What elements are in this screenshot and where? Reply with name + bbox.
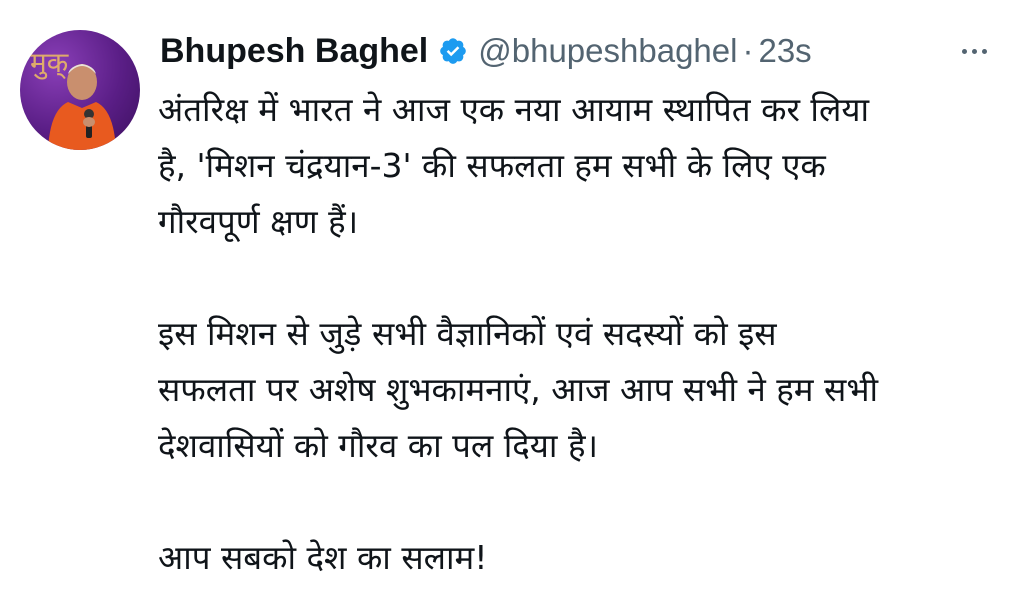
tweet-line: अंतरिक्ष में भारत ने आज एक नया आयाम स्था… (158, 90, 870, 129)
tweet-line: है, 'मिशन चंद्रयान-3' की सफलता हम सभी के… (158, 146, 826, 185)
separator-dot: · (742, 32, 754, 69)
tweet-paragraph-3: आप सबको देश का सलाम! (158, 530, 1003, 586)
author-handle[interactable]: @bhupeshbaghel (478, 32, 737, 70)
author-name[interactable]: Bhupesh Baghel (160, 32, 428, 71)
tweet-line: इस मिशन से जुड़े सभी वैज्ञानिकों एवं सदस… (158, 314, 777, 353)
avatar-backdrop-text: मुक् (30, 46, 69, 80)
more-options-icon[interactable] (954, 36, 994, 66)
verified-badge-icon (438, 36, 468, 66)
tweet-timestamp[interactable]: 23s (758, 32, 811, 70)
avatar-image: मुक् (30, 46, 116, 150)
tweet-header: Bhupesh Baghel @bhupeshbaghel · 23s (160, 28, 812, 74)
tweet-line: आप सबको देश का सलाम! (158, 538, 488, 577)
tweet-paragraph-1: अंतरिक्ष में भारत ने आज एक नया आयाम स्था… (158, 82, 1003, 250)
tweet-line: देशवासियों को गौरव का पल दिया है। (158, 426, 598, 465)
tweet[interactable]: मुक् Bhupesh Baghel @bhupeshbaghel · 23s (0, 0, 1020, 600)
tweet-paragraph-2: इस मिशन से जुड़े सभी वैज्ञानिकों एवं सदस… (158, 306, 1003, 474)
tweet-line: गौरवपूर्ण क्षण हैं। (158, 202, 359, 241)
tweet-line: सफलता पर अशेष शुभकामनाएं, आज आप सभी ने ह… (158, 370, 879, 409)
avatar[interactable]: मुक् (20, 30, 140, 150)
tweet-text: अंतरिक्ष में भारत ने आज एक नया आयाम स्था… (158, 82, 1003, 586)
